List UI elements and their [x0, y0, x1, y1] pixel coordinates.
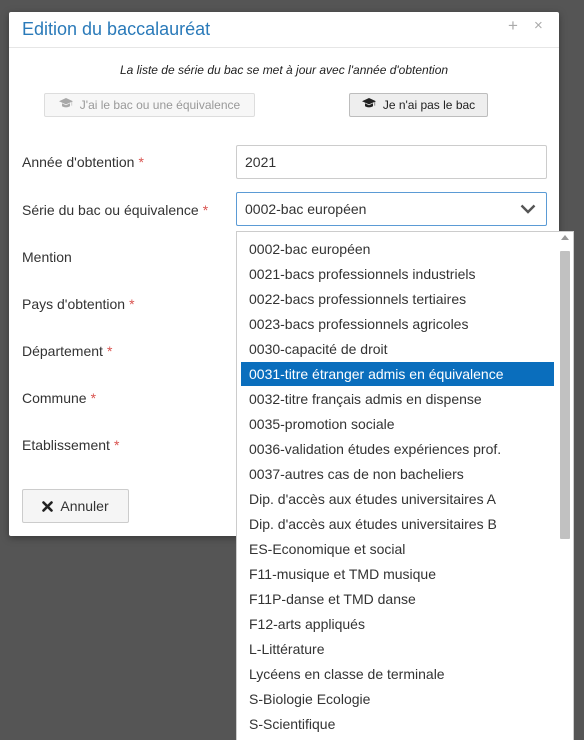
header-divider [9, 47, 559, 48]
cancel-button[interactable]: Annuler [22, 489, 129, 523]
departement-label: Département * [22, 342, 112, 360]
dropdown-option[interactable]: S-Biologie Ecologie [241, 687, 554, 711]
dropdown-option[interactable]: 0023-bacs professionnels agricoles [241, 312, 554, 336]
mention-label: Mention [22, 248, 72, 266]
commune-label: Commune * [22, 389, 96, 407]
have-bac-button[interactable]: J'ai le bac ou une équivalence [44, 93, 255, 117]
etablissement-label-text: Etablissement [22, 437, 110, 453]
dropdown-option[interactable]: F11P-danse et TMD danse [241, 587, 554, 611]
mention-label-text: Mention [22, 249, 72, 265]
serie-label: Série du bac ou équivalence * [22, 201, 208, 219]
dropdown-option[interactable]: 0021-bacs professionnels industriels [241, 262, 554, 286]
graduation-cap-icon [361, 98, 376, 112]
dropdown-option[interactable]: 0031-titre étranger admis en équivalence [241, 362, 554, 386]
annee-label-text: Année d'obtention [22, 154, 135, 170]
cancel-label: Annuler [60, 498, 109, 514]
required-mark: * [90, 390, 97, 406]
maximize-icon[interactable]: + [508, 17, 518, 35]
dropdown-option[interactable]: Dip. d'accès aux études universitaires A [241, 487, 554, 511]
serie-select-value: 0002-bac européen [245, 201, 367, 217]
dropdown-option[interactable]: ES-Economique et social [241, 537, 554, 561]
departement-label-text: Département [22, 343, 103, 359]
etablissement-label: Etablissement * [22, 436, 119, 454]
scroll-up-arrow-icon[interactable] [561, 235, 569, 240]
dropdown-option[interactable]: 0002-bac européen [241, 237, 554, 261]
dropdown-option[interactable]: 0036-validation études expériences prof. [241, 437, 554, 461]
close-icon[interactable]: × [534, 17, 543, 35]
commune-label-text: Commune [22, 390, 87, 406]
scrollbar-thumb[interactable] [560, 251, 570, 539]
info-text: La liste de série du bac se met à jour a… [119, 63, 449, 77]
dropdown-option[interactable]: 0037-autres cas de non bacheliers [241, 462, 554, 486]
dropdown-option[interactable]: Lycéens en classe de terminale [241, 662, 554, 686]
dropdown-option[interactable]: 0032-titre français admis en dispense [241, 387, 554, 411]
annee-input[interactable] [236, 145, 547, 179]
chevron-down-icon [520, 204, 536, 214]
no-bac-button[interactable]: Je n'ai pas le bac [349, 93, 488, 117]
no-bac-label: Je n'ai pas le bac [382, 98, 476, 112]
dropdown-option[interactable]: S-Scientifique [241, 712, 554, 736]
graduation-cap-icon [58, 98, 73, 112]
pays-label: Pays d'obtention * [22, 295, 135, 313]
dropdown-option[interactable]: Dip. d'accès aux études universitaires B [241, 512, 554, 536]
modal-title: Edition du baccalauréat [22, 19, 211, 39]
required-mark: * [202, 202, 209, 218]
dropdown-option[interactable]: F12-arts appliqués [241, 612, 554, 636]
dropdown-option[interactable]: F11-musique et TMD musique [241, 562, 554, 586]
dropdown-option[interactable]: 0035-promotion sociale [241, 412, 554, 436]
dropdown-option[interactable]: 0030-capacité de droit [241, 337, 554, 361]
x-icon [42, 500, 54, 512]
pays-label-text: Pays d'obtention [22, 296, 126, 312]
serie-label-text: Série du bac ou équivalence [22, 202, 199, 218]
required-mark: * [106, 343, 113, 359]
dropdown-option[interactable]: L-Littérature [241, 637, 554, 661]
required-mark: * [129, 296, 135, 312]
dropdown-option[interactable]: 0022-bacs professionnels tertiaires [241, 287, 554, 311]
serie-select[interactable]: 0002-bac européen [236, 192, 547, 226]
annee-label: Année d'obtention * [22, 153, 144, 171]
required-mark: * [113, 437, 120, 453]
serie-dropdown-list[interactable]: 0002-bac européen 0021-bacs professionnel… [236, 231, 574, 740]
required-mark: * [138, 154, 144, 170]
have-bac-label: J'ai le bac ou une équivalence [79, 98, 241, 112]
